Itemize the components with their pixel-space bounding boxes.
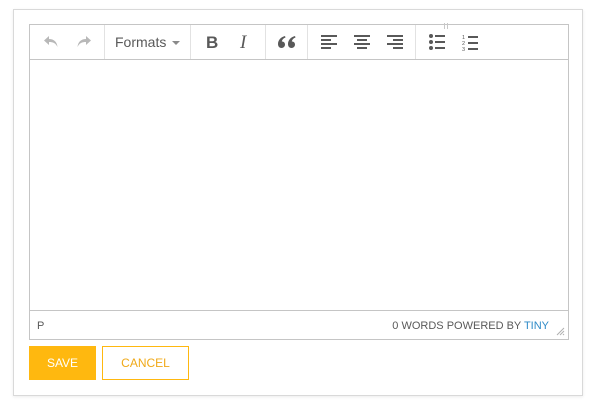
element-path[interactable]: P (37, 320, 44, 332)
formats-group: Formats (105, 25, 192, 60)
statusbar-info: 0 WORDS POWERED BY TINY (392, 320, 549, 332)
editor-toolbar: Formats B I 1 2 3 (30, 23, 568, 60)
redo-icon[interactable] (67, 25, 100, 60)
svg-text:3: 3 (462, 47, 465, 51)
text-style-group: B I (191, 25, 267, 60)
editor-statusbar: P 0 WORDS POWERED BY TINY (30, 310, 568, 339)
resize-handle-icon[interactable] (556, 327, 565, 336)
formats-dropdown[interactable]: Formats (109, 25, 186, 60)
list-group: 1 2 3 (416, 25, 490, 59)
align-right-icon[interactable] (378, 25, 411, 60)
tiny-brand-link[interactable]: TINY (524, 320, 549, 332)
align-left-icon[interactable] (312, 25, 345, 60)
svg-text:I: I (239, 34, 248, 50)
align-center-icon[interactable] (345, 25, 378, 60)
rich-text-editor: Formats B I 1 2 3 P 0 WORDS POWERED BY T… (29, 23, 569, 340)
powered-by-text: POWERED BY (446, 320, 522, 332)
alignment-group (308, 25, 417, 60)
save-button[interactable]: SAVE (29, 346, 96, 380)
svg-text:B: B (206, 34, 218, 50)
history-group (30, 25, 105, 59)
blockquote-icon[interactable] (270, 25, 303, 60)
toolbar-grip-icon (444, 23, 448, 29)
cancel-button[interactable]: CANCEL (102, 346, 189, 380)
editor-content-area[interactable] (30, 61, 568, 310)
word-count: 0 WORDS (392, 320, 444, 332)
formats-label: Formats (115, 34, 167, 50)
numbered-list-icon[interactable]: 1 2 3 (453, 25, 486, 60)
undo-icon[interactable] (34, 25, 67, 60)
italic-icon[interactable]: I (228, 25, 261, 60)
block-group (266, 25, 309, 60)
bullet-list-icon[interactable] (420, 25, 453, 60)
bold-icon[interactable]: B (195, 25, 228, 60)
chevron-down-icon (172, 40, 181, 45)
